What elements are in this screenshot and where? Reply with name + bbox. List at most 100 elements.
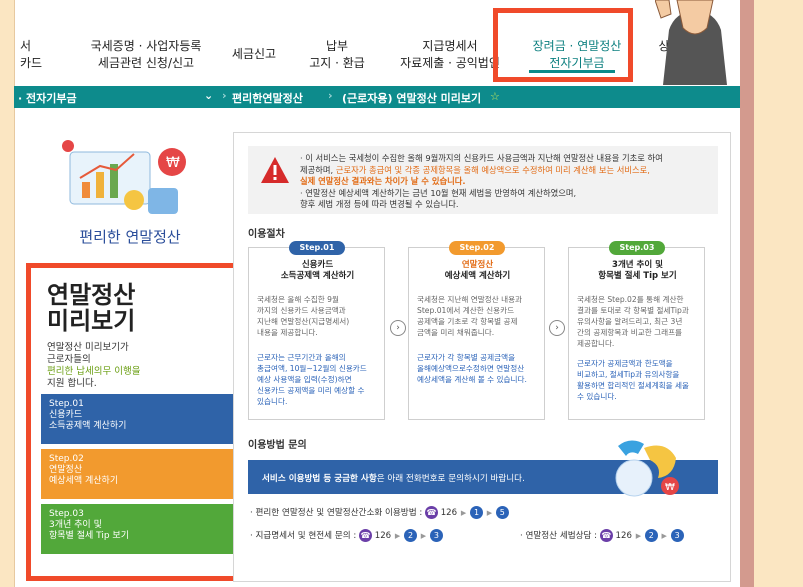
step-02-button[interactable]: Step.02 연말정산 예상세액 계산하기 [41, 449, 233, 499]
step-line: 항목별 절세 Tip 보기 [49, 531, 129, 541]
card-line: 근로자는 근무기간과 올해의 [257, 353, 346, 362]
breadcrumb-item-preview[interactable]: (근로자용) 연말정산 미리보기 [342, 90, 481, 106]
card-line: 지난해 연말정산(지급명세서) [257, 317, 350, 326]
chevron-down-icon[interactable]: ⌄ [204, 89, 213, 102]
step-pill: Step.03 [609, 241, 665, 255]
procedure-title: 이용절차 [248, 229, 285, 240]
notice-text: · 이 서비스는 국세청이 수집한 올해 9월까지의 신용카드 사용금액과 지난… [300, 153, 714, 211]
nav-item-tax-filing[interactable]: 세금신고 [224, 46, 284, 63]
card-line: 국세청은 Step.02를 통해 계산한 [577, 295, 684, 304]
step-line: 3개년 추이 및 [49, 520, 102, 530]
nav-item-line: 자료제출 · 공익법인 [400, 56, 500, 70]
nav-item-statements[interactable]: 지급명세서 자료제출 · 공익법인 [390, 38, 510, 72]
menu-number: 3 [429, 529, 443, 542]
contact-line-2: · 지급명세서 및 현전세 문의 : ☎ 126 ▶ 2 ▶ 3 [250, 529, 443, 542]
breadcrumb-section[interactable]: · 전자기부금 [18, 90, 77, 106]
chevron-right-icon: › [222, 89, 227, 102]
card-line: 결과를 토대로 각 항목별 절세Tip과 [577, 306, 689, 315]
card-highlight: 근로자가 각 항목별 공제금액을 올해예상액으로수정하면 연말정산 예상세액을 … [417, 352, 539, 385]
card-line: 간의 공제항목과 비교한 그래프를 [577, 328, 683, 337]
card-title-line: 소득공제액 계산하기 [280, 271, 355, 281]
step-03-button[interactable]: Step.03 3개년 추이 및 항목별 절세 Tip 보기 [41, 504, 233, 554]
nav-item-certificates[interactable]: 국세증명 · 사업자등록 세금관련 신청/신고 [76, 38, 216, 72]
nav-item-partial-left[interactable]: 서 카드 [20, 38, 42, 72]
inquiry-banner-rest: 은 아래 전화번호로 문의하시기 바랍니다. [376, 474, 525, 484]
notice-text-highlight: 근로자가 총급여 및 각종 공제항목을 올해 예상액으로 수정하여 미리 계산해… [335, 164, 650, 175]
breadcrumb-item-convenient[interactable]: 편리한연말정산 [232, 90, 303, 106]
phone-icon: ☎ [424, 506, 438, 519]
card-line: 예상 사용액을 입력(수정)하면 [257, 375, 352, 384]
phone-number: 126 [374, 531, 392, 541]
notice-line: 실제 연말정산 결과와는 차이가 날 수 있습니다. [300, 176, 466, 186]
card-line: 활용하면 합리적인 절세계획을 세울 [577, 381, 690, 390]
card-line: 유의사항을 알려드리고, 최근 3년 [577, 317, 683, 326]
nav-item-line: 지급명세서 [422, 39, 478, 53]
phone-icon: ☎ [599, 529, 613, 542]
breadcrumb: · 전자기부금 ⌄ › 편리한연말정산 › (근로자용) 연말정산 미리보기 ☆ [14, 86, 740, 108]
card-title: 3개년 추이 및 항목별 절세 Tip 보기 [569, 260, 706, 282]
step-01-button[interactable]: Step.01 신용카드 소득공제액 계산하기 [41, 394, 233, 444]
card-description: 국세청은 올해 수집한 9월 까지의 신용카드 사용금액과 지난해 연말정산(지… [257, 294, 379, 338]
card-line: 국세청은 올해 수집한 9월 [257, 295, 339, 304]
left-panel-title: 편리한 연말정산 [79, 228, 181, 246]
card-title: 신용카드 소득공제액 계산하기 [249, 260, 386, 282]
phone-icon: ☎ [359, 529, 372, 542]
preview-desc-line: 지원 합니다. [47, 378, 97, 389]
nav-item-line: 카드 [20, 56, 43, 70]
phone-number: 126 [440, 508, 458, 518]
preview-desc-line: 근로자들의 [47, 354, 91, 365]
card-line: Step.01에서 계산한 신용카드 [417, 306, 515, 315]
card-description: 국세청은 지난해 연말정산 내용과 Step.01에서 계산한 신용카드 공제액… [417, 294, 539, 338]
step-line: 예상세액 계산하기 [49, 476, 119, 486]
card-title-line: 연말정산 [461, 260, 494, 270]
card-line: 예상세액을 계산해 볼 수 있습니다. [417, 375, 527, 384]
card-line: 내용을 제공합니다. [257, 328, 318, 337]
step-line: 소득공제액 계산하기 [49, 421, 127, 431]
card-title-line: 예상세액 계산하기 [444, 271, 511, 281]
step-label: Step.02 [49, 454, 84, 464]
next-step-arrow-icon: › [390, 320, 406, 336]
inquiry-banner-text: 서비스 이용방법 등 궁금한 사항은 아래 전화번호로 문의하시기 바랍니다. [262, 472, 525, 484]
inquiry-banner-bold: 서비스 이용방법 등 궁금한 사항 [262, 474, 377, 484]
nav-item-payment[interactable]: 납부 고지 · 환급 [302, 38, 372, 72]
arrow-icon: ▶ [486, 508, 493, 517]
menu-number: 3 [670, 529, 684, 542]
menu-number: 1 [469, 506, 483, 519]
step-label: Step.03 [49, 509, 84, 519]
nav-item-line: 고지 · 환급 [309, 56, 365, 70]
arrow-icon: ▶ [394, 531, 401, 540]
card-line: 까지의 신용카드 사용금액과 [257, 306, 346, 315]
notice-box: · 이 서비스는 국세청이 수집한 올해 9월까지의 신용카드 사용금액과 지난… [248, 146, 718, 214]
card-line: 근로자가 공제금액과 한도액을 [577, 359, 673, 368]
tax-calculation-illustration-icon: ₩ [62, 140, 186, 214]
card-title-line: 항목별 절세 Tip 보기 [598, 271, 677, 281]
arrow-icon: ▶ [661, 531, 667, 540]
card-line: 있습니다. [257, 397, 288, 406]
nav-item-line: 세금관련 신청/신고 [97, 56, 195, 70]
notice-line: · 연말정산 예상세액 계산하기는 금년 10월 현재 세법을 반영하여 계산하… [300, 187, 577, 198]
preview-desc-line: 연말정산 미리보기가 [47, 342, 129, 353]
arrow-icon: ▶ [635, 531, 642, 540]
nav-item-line: 세금신고 [231, 47, 277, 61]
favorite-star-icon[interactable]: ☆ [490, 90, 500, 103]
step-line: 연말정산 [49, 465, 83, 475]
card-line: 금액을 미리 채워줍니다. [417, 328, 495, 337]
card-description: 국세청은 Step.02를 통해 계산한 결과를 토대로 각 항목별 절세Tip… [577, 294, 699, 349]
card-line: 수 있습니다. [577, 392, 617, 401]
warning-icon [261, 157, 289, 183]
menu-number: 2 [644, 529, 658, 542]
card-line: 올해예상액으로수정하면 연말정산 [417, 364, 525, 373]
contact-label: · 연말정산 세법상담 : [520, 531, 598, 541]
contact-line-1: · 편리한 연말정산 및 연말정산간소화 이용방법 : ☎ 126 ▶ 1 ▶ … [250, 506, 509, 519]
card-line: 비교하고, 절세Tip과 유의사항을 [577, 370, 680, 379]
right-border-strip [740, 0, 754, 587]
contact-line-3: · 연말정산 세법상담 : ☎ 126 ▶ 2 ▶ 3 [520, 529, 684, 542]
contact-label: · 편리한 연말정산 및 연말정산간소화 이용방법 : [250, 508, 423, 518]
card-line: 신용카드 공제액을 미리 예상할 수 [257, 386, 365, 395]
card-line: 총급여액, 10월~12월의 신용카드 [257, 364, 367, 373]
active-tab-underline [529, 70, 615, 73]
card-title-line: 3개년 추이 및 [612, 260, 663, 270]
next-step-arrow-icon: › [549, 320, 565, 336]
preview-heading-line: 연말정산 [47, 281, 136, 309]
notice-line: · 이 서비스는 국세청이 수집한 올해 9월까지의 신용카드 사용금액과 지난… [300, 153, 663, 163]
